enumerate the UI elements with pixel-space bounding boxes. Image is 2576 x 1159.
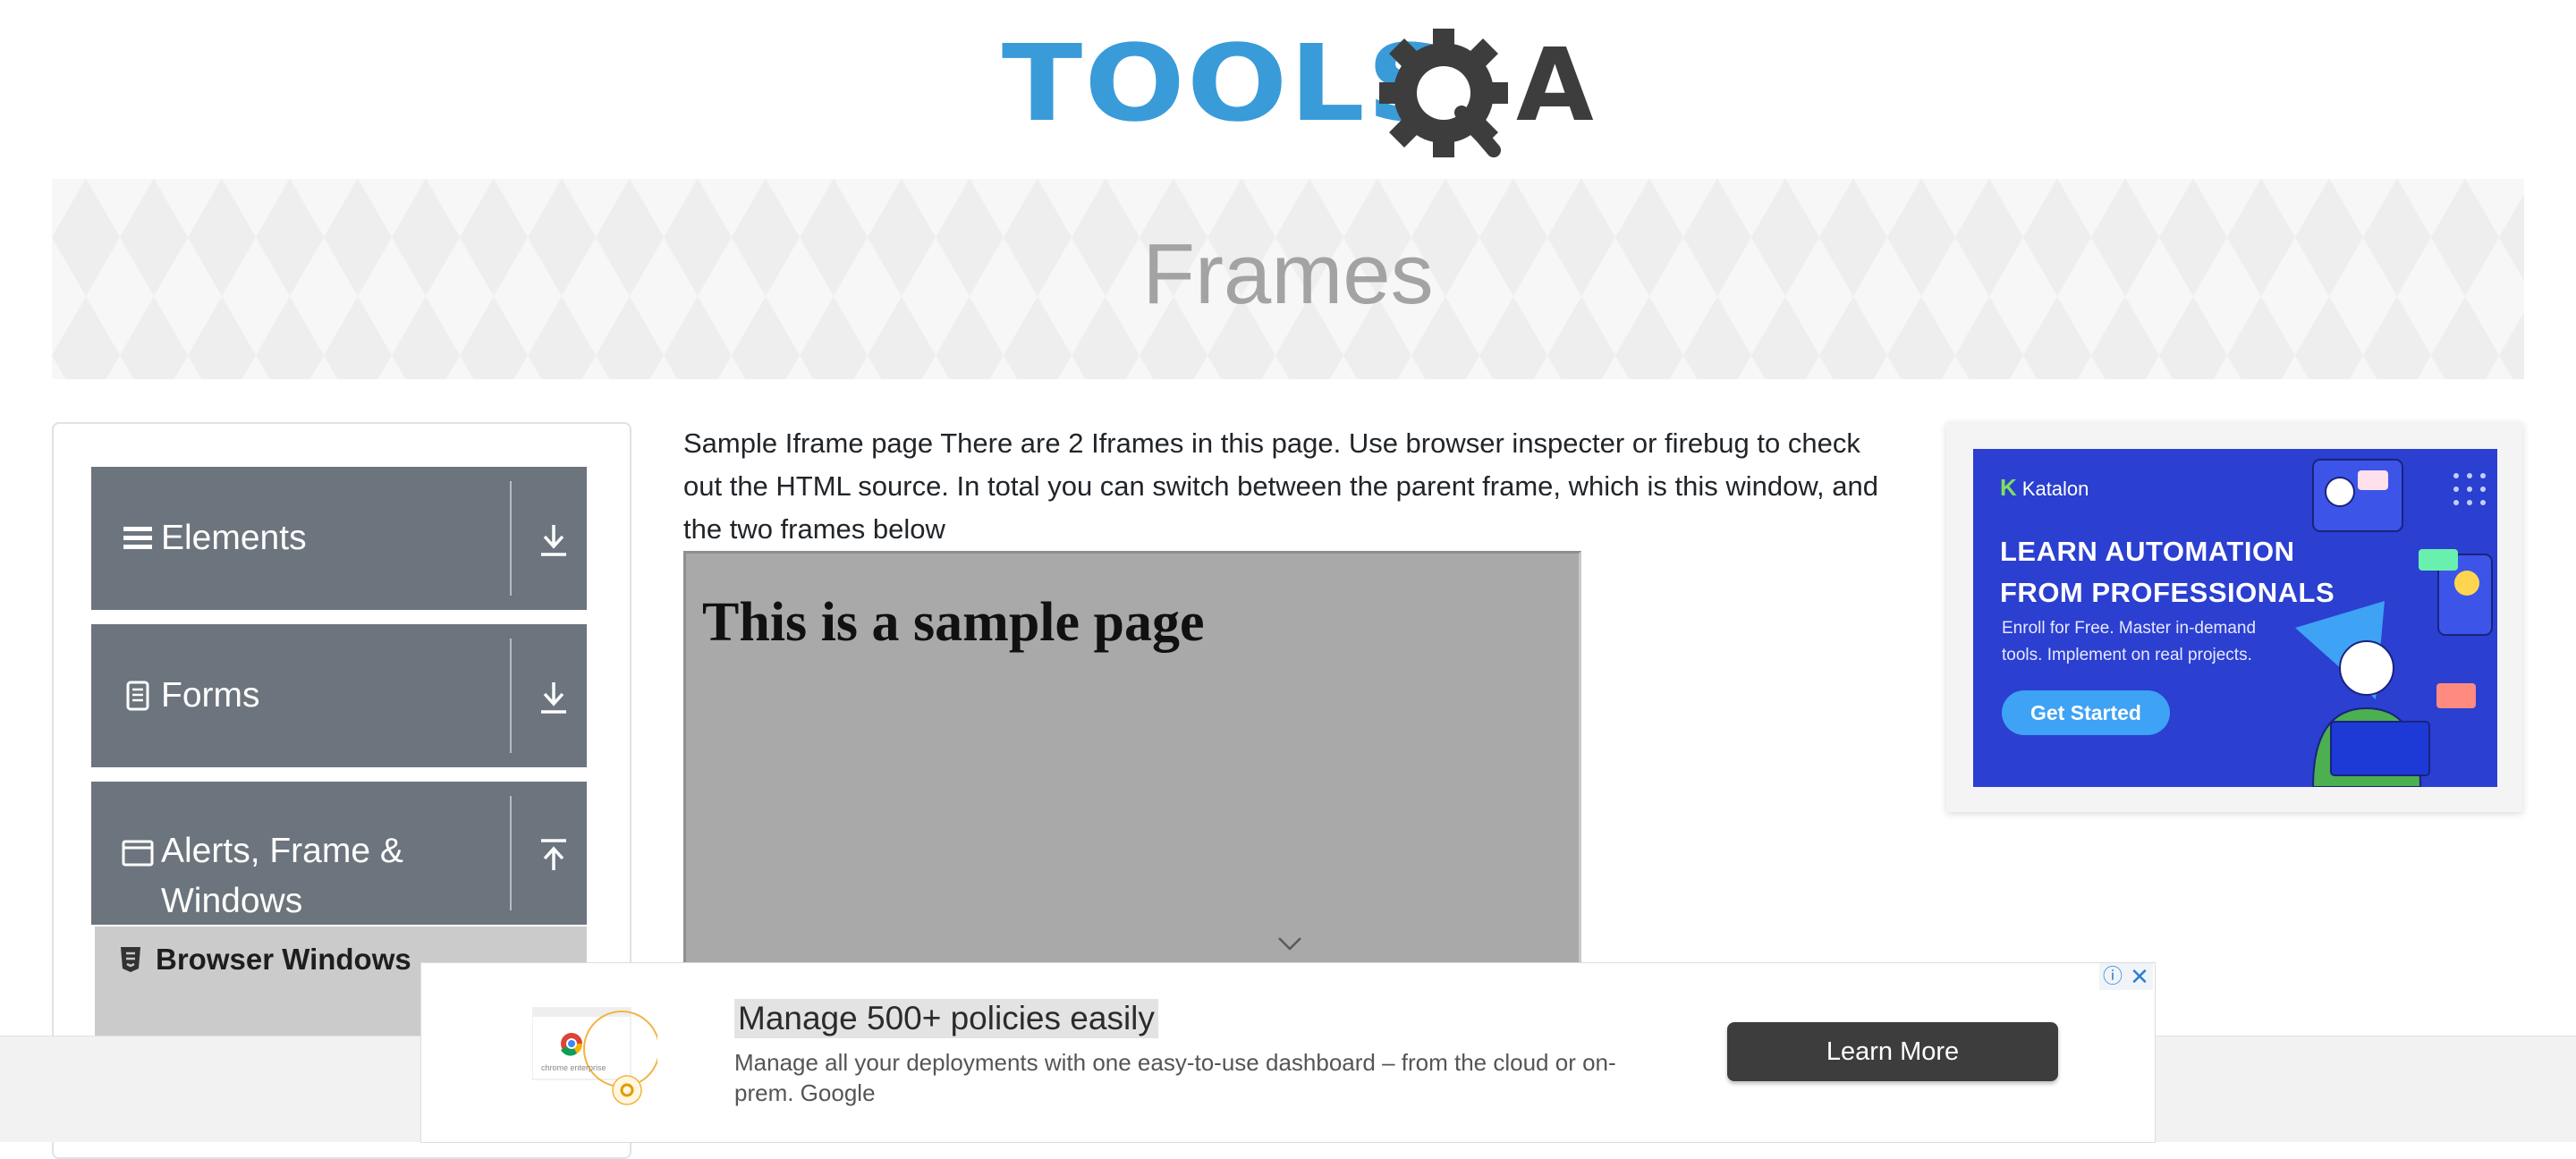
upload-arrow-icon[interactable] (538, 837, 569, 873)
sidebar-group-label: Forms (161, 676, 260, 715)
ad-close-icon[interactable]: ✕ (2126, 963, 2153, 990)
sidebar-group-label-line2: Windows (161, 882, 303, 920)
katalon-ad-creative[interactable]: K Katalon LEARN AUTOMATION FROM PROFESSIO… (1973, 449, 2497, 787)
hamburger-icon (123, 527, 152, 549)
chrome-enterprise-image: chrome enterprise (532, 1007, 657, 1105)
katalon-k-icon: K (2000, 474, 2017, 501)
bottom-ad[interactable]: chrome enterprise Manage 500+ policies e… (420, 962, 2156, 1143)
sidebar-group-label: Alerts, Frame & (161, 832, 403, 870)
get-started-button[interactable]: Get Started (2002, 690, 2170, 735)
katalon-ad[interactable]: K Katalon LEARN AUTOMATION FROM PROFESSIO… (1946, 422, 2522, 812)
divider (510, 639, 512, 753)
page-description: Sample Iframe page There are 2 Iframes i… (683, 427, 1878, 545)
sidebar-group-forms[interactable]: Forms (91, 624, 587, 767)
divider (510, 481, 512, 596)
download-arrow-icon[interactable] (538, 680, 569, 715)
sidebar-group-elements[interactable]: Elements (91, 467, 587, 610)
ad-info-icon[interactable]: ⓘ (2099, 963, 2126, 990)
page-title: Frames (1142, 226, 1434, 322)
html5-icon (121, 947, 140, 972)
ad-subtitle: Enroll for Free. Master in-demand tools.… (2002, 619, 2257, 664)
chrome-enterprise-label: chrome enterprise (541, 1063, 606, 1072)
learn-more-button[interactable]: Learn More (1727, 1022, 2058, 1081)
logo-text-a: A (1516, 28, 1594, 144)
ad-text: Manage all your deployments with one eas… (734, 1049, 1616, 1106)
katalon-logo: K Katalon (2000, 474, 2089, 502)
download-arrow-icon[interactable] (538, 522, 569, 558)
chevron-down-icon[interactable] (1276, 934, 1303, 953)
iframe-frame1[interactable]: This is a sample page (683, 551, 1581, 965)
divider (510, 796, 512, 910)
document-icon (126, 681, 149, 711)
sidebar-item-label: Browser Windows (156, 943, 411, 976)
toolsqa-logo[interactable]: TOOLS A (1002, 25, 1594, 165)
ad-illustration (2295, 459, 2493, 787)
ad-title[interactable]: Manage 500+ policies easily (734, 999, 1158, 1038)
page-banner: Frames (52, 179, 2524, 379)
window-icon (122, 840, 154, 867)
frame-heading: This is a sample page (702, 592, 1205, 653)
katalon-brand-text: Katalon (2021, 478, 2089, 500)
sidebar-group-alerts-frames-windows[interactable]: Alerts, Frame & Windows (91, 782, 587, 925)
sidebar-group-label: Elements (161, 519, 307, 557)
gear-magnifier-icon (1379, 29, 1508, 157)
